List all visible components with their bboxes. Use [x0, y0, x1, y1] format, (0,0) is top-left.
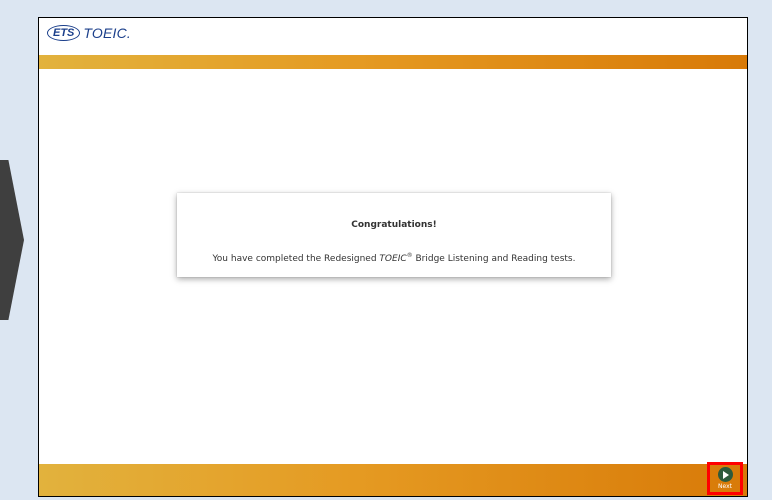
- next-button[interactable]: Next: [707, 462, 743, 495]
- logo-toeic: TOEIC.: [83, 25, 132, 41]
- message-suffix: Bridge Listening and Reading tests.: [412, 254, 576, 264]
- top-orange-bar: [39, 55, 747, 69]
- left-arrow-decoration: [0, 160, 24, 320]
- message-prefix: You have completed the Redesigned: [212, 254, 380, 264]
- completion-dialog: Congratulations! You have completed the …: [177, 193, 611, 277]
- ets-toeic-logo: ETS TOEIC.: [47, 25, 131, 41]
- dialog-title: Congratulations!: [351, 220, 437, 230]
- play-circle-icon: [717, 467, 733, 482]
- header: ETS TOEIC.: [39, 18, 747, 55]
- main-content: Congratulations! You have completed the …: [39, 69, 747, 464]
- bottom-orange-bar: Next: [39, 462, 747, 496]
- dialog-message: You have completed the Redesigned TOEIC®…: [177, 252, 611, 264]
- next-label: Next: [718, 483, 732, 490]
- logo-ets: ETS: [47, 25, 81, 41]
- app-window: ETS TOEIC. Congratulations! You have com…: [38, 17, 748, 497]
- message-brand: TOEIC: [379, 254, 407, 264]
